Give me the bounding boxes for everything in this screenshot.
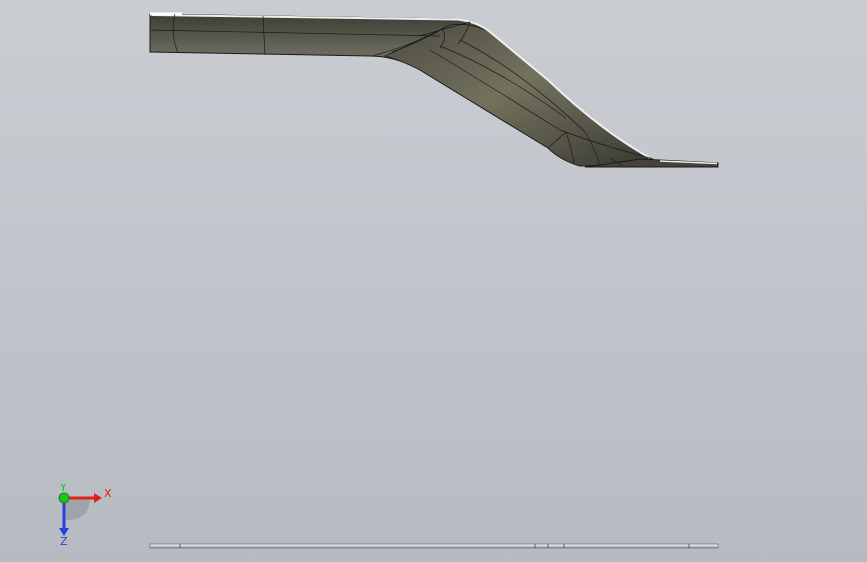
bracket-slope-face[interactable] [383, 23, 663, 167]
model-view[interactable] [0, 0, 867, 562]
z-axis-label: Z [60, 535, 68, 546]
y-axis-origin [58, 492, 70, 504]
x-axis-arrow [94, 493, 102, 503]
orientation-triad[interactable]: X Y Z [48, 484, 118, 546]
x-axis-label: X [104, 487, 112, 500]
bracket-body[interactable] [149, 12, 719, 168]
bottom-strip[interactable] [149, 543, 719, 549]
y-axis-label: Y [59, 484, 67, 494]
graphics-viewport[interactable]: X Y Z [0, 0, 867, 562]
bottom-strip-part[interactable] [149, 543, 719, 549]
